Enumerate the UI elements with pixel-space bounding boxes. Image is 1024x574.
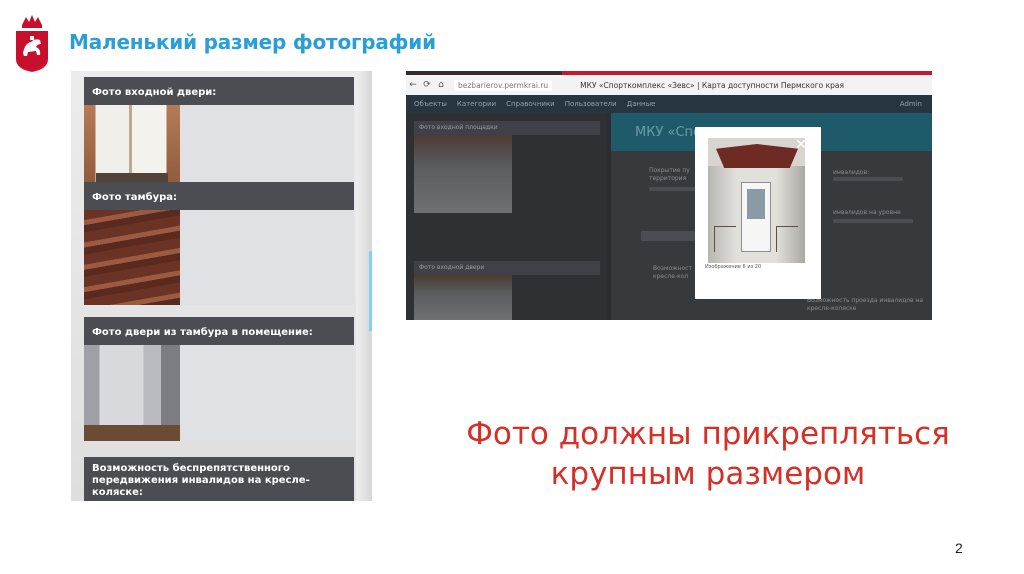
dim-photo [414, 275, 512, 320]
back-arrow-icon[interactable]: ← [406, 80, 420, 90]
vestibule-thumbnail[interactable] [84, 210, 180, 305]
nav-item[interactable]: Категории [457, 100, 496, 108]
dim-text: инвалидов: [833, 169, 870, 176]
browser-screenshot: ← ⟳ ⌂ bezbarierov.permkrai.ru МКУ «Спорт… [406, 71, 932, 320]
dim-line [641, 231, 701, 241]
dim-line [833, 177, 903, 181]
nav-item[interactable]: Справочники [506, 100, 555, 108]
photo-card: Фото тамбура: [84, 182, 354, 305]
nav-item[interactable]: Пользователи [565, 100, 617, 108]
site-nav: Объекты Категории Справочники Пользовате… [406, 95, 932, 113]
browser-page-title: МКУ «Спорткомплекс «Зевс» | Карта доступ… [580, 80, 845, 90]
nav-item[interactable]: Объекты [414, 100, 447, 108]
address-bar: ← ⟳ ⌂ bezbarierov.permkrai.ru МКУ «Спорт… [406, 75, 932, 95]
dim-text: инвалидов на уровне [833, 209, 901, 216]
dim-line [833, 219, 913, 223]
dim-text: Возможность проезда инвалидов на кресле-… [807, 297, 924, 312]
card-label: Фото тамбура: [84, 182, 354, 210]
slide-title: Маленький размер фотографий [69, 30, 436, 54]
card-label: Фото входной двери: [84, 77, 354, 105]
door-thumbnail[interactable] [84, 105, 180, 187]
dimmed-cards: Фото входной площадки Фото входной двери [406, 113, 606, 320]
lightbox-caption: Изображение 6 из 20 [705, 264, 762, 270]
photo-card: Возможность беспрепятственного передвиже… [84, 457, 354, 501]
nav-item[interactable]: Данные [627, 100, 656, 108]
perm-krai-emblem [16, 15, 48, 72]
card-label: Фото двери из тамбура в помещение: [84, 317, 354, 345]
reload-icon[interactable]: ⟳ [420, 80, 434, 90]
url-field[interactable]: bezbarierov.permkrai.ru [454, 79, 553, 91]
lightbox-photo[interactable] [708, 138, 805, 263]
inner-door-thumbnail[interactable] [84, 345, 180, 441]
card-body [84, 105, 354, 187]
close-icon[interactable]: ✕ [794, 137, 808, 151]
dim-card-label: Фото входной двери [414, 261, 600, 275]
dim-card-label: Фото входной площадки [414, 121, 600, 135]
dim-photo [414, 135, 512, 213]
dim-text: Возможност кресле-кол [653, 265, 692, 280]
dim-text: Покрытие пу территория [649, 167, 690, 182]
page-number: 2 [955, 540, 963, 556]
left-screenshot: Фото входной двери: Фото тамбура: Фото д… [71, 71, 372, 501]
panel-accent [369, 251, 372, 331]
slide-note: Фото должны прикрепляться крупным размер… [466, 416, 950, 492]
photo-card: Фото двери из тамбура в помещение: [84, 317, 354, 441]
card-body [84, 345, 354, 441]
card-body [84, 210, 354, 305]
card-label: Возможность беспрепятственного передвиже… [84, 457, 354, 501]
dim-line [649, 187, 699, 191]
photo-card: Фото входной двери: [84, 77, 354, 187]
admin-menu[interactable]: Admin [900, 100, 932, 108]
photo-lightbox: ✕ Изображение 6 из 20 [695, 127, 821, 299]
lock-icon: ⌂ [438, 80, 444, 90]
